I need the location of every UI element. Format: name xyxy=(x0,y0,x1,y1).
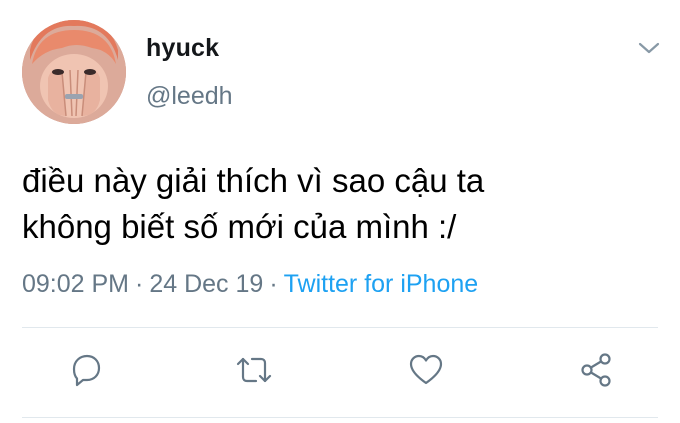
tweet-card: hyuck @leedh điều này giải thích vì sao … xyxy=(0,0,680,423)
like-icon xyxy=(409,354,443,385)
display-name[interactable]: hyuck xyxy=(146,34,219,63)
meta-separator: · xyxy=(135,270,144,298)
avatar-photo xyxy=(22,20,126,124)
reply-button[interactable] xyxy=(64,348,108,392)
tweet-source-link[interactable]: Twitter for iPhone xyxy=(284,270,479,298)
avatar[interactable] xyxy=(22,20,126,124)
action-bar xyxy=(0,348,680,400)
tweet-meta: 09:02 PM · 24 Dec 19 · Twitter for iPhone xyxy=(22,270,478,299)
divider xyxy=(22,327,658,328)
meta-separator: · xyxy=(269,270,278,298)
divider xyxy=(22,417,658,418)
share-button[interactable] xyxy=(574,348,618,392)
like-button[interactable] xyxy=(404,348,448,392)
user-handle[interactable]: @leedh xyxy=(146,82,233,111)
tweet-time: 09:02 PM xyxy=(22,270,130,298)
retweet-button[interactable] xyxy=(232,348,276,392)
tweet-date[interactable]: 24 Dec 19 xyxy=(149,270,263,298)
tweet-text-line: không biết số mới của mình :/ xyxy=(22,208,457,245)
reply-icon xyxy=(72,354,101,387)
tweet-text: điều này giải thích vì sao cậu ta không … xyxy=(22,158,642,250)
tweet-text-line: điều này giải thích vì sao cậu ta xyxy=(22,162,485,199)
retweet-icon xyxy=(236,357,272,383)
share-icon xyxy=(581,353,611,387)
chevron-down-icon[interactable] xyxy=(636,36,662,60)
